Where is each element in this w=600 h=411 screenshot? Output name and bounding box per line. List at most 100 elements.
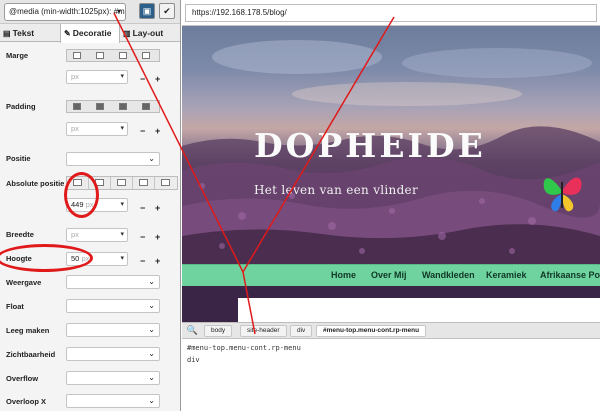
annotation-circle-hoogte [0,244,93,272]
nav-item-over-mij[interactable]: Over Mij [371,265,407,286]
nav-item-keramiek[interactable]: Keramiek [486,265,527,286]
breadcrumb-item-active[interactable]: #menu-top.menu-cont.rp-menu [316,325,427,337]
overloop-x-label: Overloop X [6,397,47,406]
brush-icon: ✎ [64,29,71,38]
float-select[interactable]: ⌄ [66,299,160,313]
chevron-down-icon: ⌄ [148,277,155,286]
tab-tekst[interactable]: ▤ Tekst [0,24,60,42]
breedte-value-input[interactable]: px ▾ [66,228,128,242]
absolute-positie-label: Absolute positie [6,179,65,188]
marge-left-side[interactable] [142,52,150,59]
marge-top-side[interactable] [73,52,81,59]
padding-label: Padding [6,102,36,111]
marge-bottom-side[interactable] [119,52,127,59]
nav-item-afrikaanse[interactable]: Afrikaanse Po [540,265,600,286]
breadcrumb-item[interactable]: site-header [240,325,287,337]
abs-side-left[interactable] [133,177,155,189]
tab-decoratie-label: Decoratie [72,28,112,38]
hoogte-minus-button[interactable]: − [140,256,145,266]
chevron-down-icon: ⌄ [148,154,155,163]
breadcrumb: 🔍 body site-header div #menu-top.menu-co… [182,322,600,339]
breedte-minus-button[interactable]: − [140,232,145,242]
annotation-circle-absolute [64,172,99,218]
marge-sides-toggle[interactable] [66,49,160,62]
padding-value-input[interactable]: px ▾ [66,122,128,136]
float-label: Float [6,302,24,311]
tab-layout[interactable]: ▥ Lay-out [120,24,180,42]
tab-tekst-label: Tekst [12,28,35,38]
editor-topbar: @media (min-width:1025px): #me ▾ ▣ ✔ [0,0,180,24]
text-icon: ▤ [3,29,11,38]
weergave-label: Weergave [6,278,42,287]
chevron-down-icon: ▾ [120,73,124,80]
overflow-select[interactable]: ⌄ [66,371,160,385]
nav-item-home[interactable]: Home [331,265,356,286]
breedte-unit: px [71,230,79,239]
save-button[interactable]: ▣ [139,3,155,19]
tab-decoratie[interactable]: ✎ Decoratie [60,24,120,43]
absolute-positie-plus-button[interactable]: + [155,203,160,213]
square-icon [139,179,148,186]
hero-banner: DOPHEIDE Het leven van een vlinder [182,26,600,264]
butterfly-icon [543,177,582,212]
editor-tabs: ▤ Tekst ✎ Decoratie ▥ Lay-out [0,24,180,43]
browser-url-bar: https://192.168.178.5/blog/ [182,0,600,26]
marge-plus-button[interactable]: + [155,74,160,84]
chevron-down-icon: ⌄ [148,325,155,334]
breadcrumb-item[interactable]: body [204,325,233,337]
style-editor-panel: @media (min-width:1025px): #me ▾ ▣ ✔ ▤ Te… [0,0,181,411]
leeg-maken-label: Leeg maken [6,326,50,335]
padding-top-side[interactable] [73,103,81,110]
hoogte-plus-button[interactable]: + [155,256,160,266]
site-title: DOPHEIDE [254,126,486,165]
chevron-down-icon: ⌄ [148,373,155,382]
site-nav-menu: Home Over Mij Wandkleden Keramiek Afrika… [182,264,600,286]
marge-unit: px [71,72,79,81]
marge-right-side[interactable] [96,52,104,59]
save-icon: ▣ [142,6,152,16]
breedte-label: Breedte [6,230,34,239]
marge-value-input[interactable]: px ▾ [66,70,128,84]
selector-code-line: #menu-top.menu-cont.rp-menu [187,344,301,352]
chevron-down-icon: ▾ [120,231,124,238]
tab-layout-label: Lay-out [132,28,164,38]
leeg-maken-select[interactable]: ⌄ [66,323,160,337]
zichtbaarheid-label: Zichtbaarheid [6,350,56,359]
apply-button[interactable]: ✔ [159,3,175,19]
content-area [238,298,600,322]
abs-side-bottom[interactable] [111,177,133,189]
absolute-positie-minus-button[interactable]: − [140,203,145,213]
padding-left-side[interactable] [142,103,150,110]
content-banner [182,286,600,322]
overloop-x-select[interactable]: ⌄ [66,394,160,408]
padding-unit: px [71,124,79,133]
cloud-shape [402,48,592,78]
positie-select[interactable]: ⌄ [66,152,160,166]
devtools-panel: 🔍 body site-header div #menu-top.menu-co… [182,322,600,411]
breadcrumb-item[interactable]: div [290,325,313,337]
padding-sides-toggle[interactable] [66,100,160,113]
search-icon[interactable]: 🔍 [186,325,199,337]
overflow-label: Overflow [6,374,39,383]
padding-plus-button[interactable]: + [155,126,160,136]
padding-minus-button[interactable]: − [140,126,145,136]
marge-label: Marge [6,51,29,60]
cloud-shape [292,82,522,106]
square-icon [117,179,126,186]
weergave-select[interactable]: ⌄ [66,275,160,289]
padding-right-side[interactable] [96,103,104,110]
breedte-plus-button[interactable]: + [155,232,160,242]
zichtbaarheid-select[interactable]: ⌄ [66,347,160,361]
abs-side-all[interactable] [155,177,177,189]
padding-bottom-side[interactable] [119,103,127,110]
site-tagline: Het leven van een vlinder [254,183,418,197]
media-query-select[interactable]: @media (min-width:1025px): #me ▾ [4,3,126,21]
chevron-down-icon: ⌄ [148,349,155,358]
nav-item-wandkleden[interactable]: Wandkleden [422,265,475,286]
url-input[interactable]: https://192.168.178.5/blog/ [185,4,597,22]
marge-minus-button[interactable]: − [140,74,145,84]
check-icon: ✔ [163,6,171,16]
chevron-down-icon: ⌄ [148,301,155,310]
chevron-down-icon: ▾ [120,125,124,132]
positie-label: Positie [6,154,31,163]
